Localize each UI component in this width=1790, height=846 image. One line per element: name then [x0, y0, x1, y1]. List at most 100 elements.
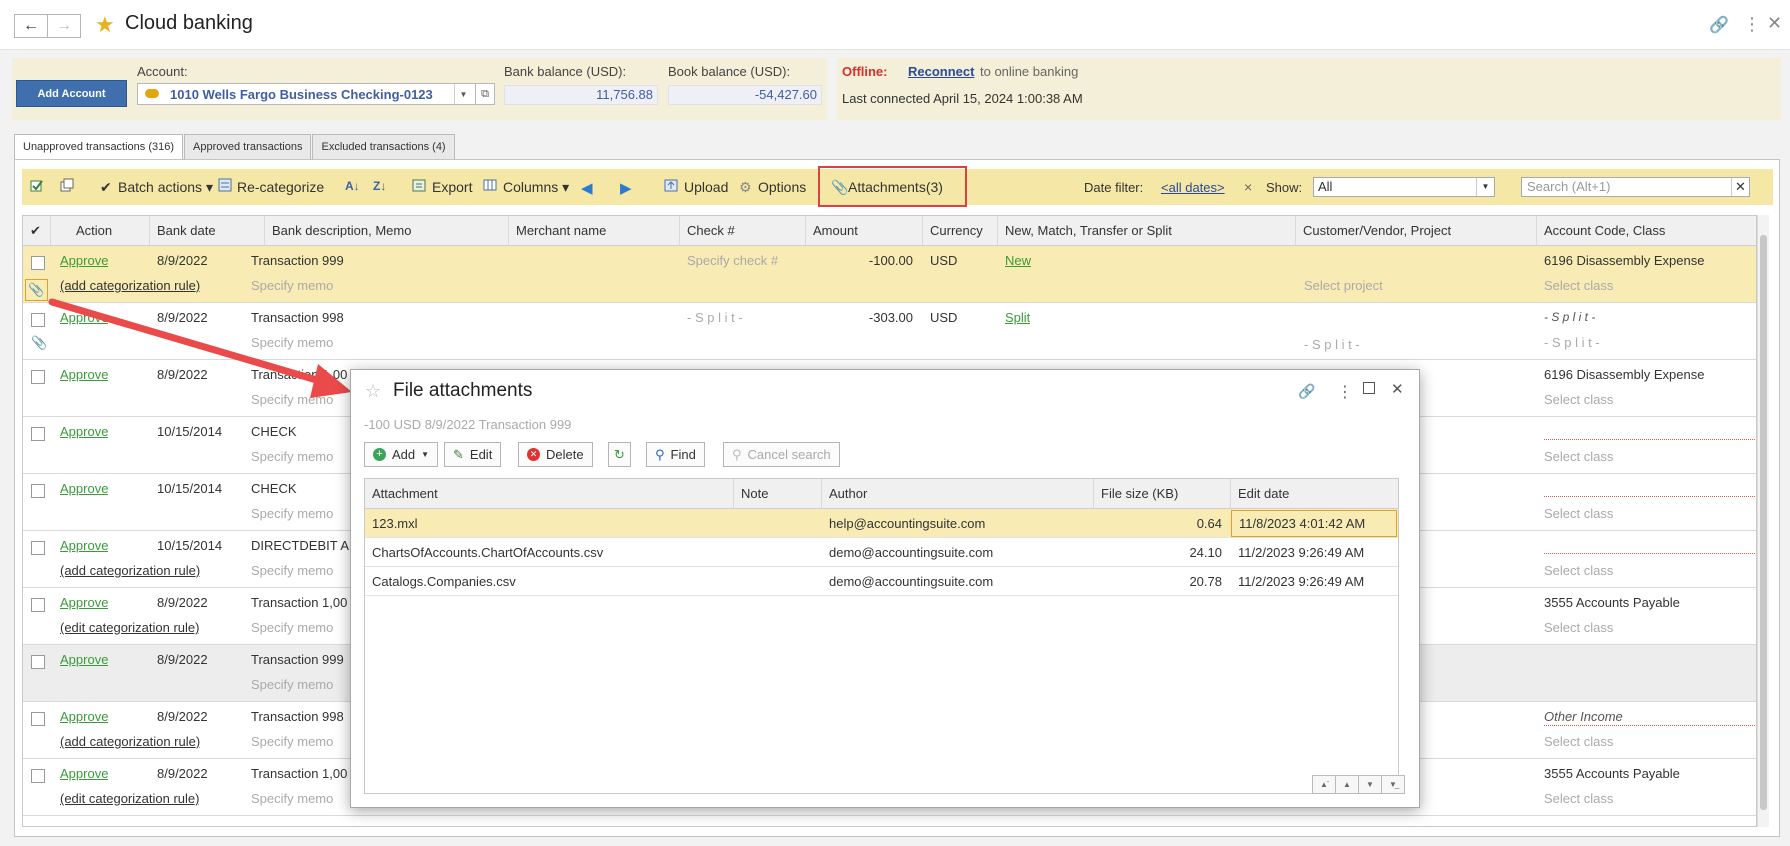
class-select[interactable]: Select class [1544, 506, 1613, 521]
select-all-icon[interactable] [30, 178, 44, 192]
table-row[interactable]: 📎 Approve 8/9/2022 Transaction 998 Speci… [23, 303, 1756, 360]
approve-link[interactable]: Approve [60, 481, 108, 496]
col-attachment[interactable]: Attachment [365, 479, 734, 509]
row-checkbox[interactable] [31, 484, 45, 498]
edit-button[interactable]: ✎ Edit [444, 442, 502, 467]
class-select[interactable]: Select class [1544, 278, 1613, 293]
class-select[interactable]: Select class [1544, 449, 1613, 464]
rule-link[interactable]: (add categorization rule) [60, 734, 200, 749]
account-code[interactable]: 6196 Disassembly Expense [1544, 253, 1704, 268]
class-select[interactable]: Select class [1544, 563, 1613, 578]
next-row-icon[interactable]: ▼ [1358, 775, 1382, 794]
account-code[interactable]: 3555 Accounts Payable [1544, 766, 1680, 781]
add-button[interactable]: + Add ▼ [364, 442, 439, 467]
rule-link[interactable]: (edit categorization rule) [60, 620, 199, 635]
last-row-icon[interactable]: ▼̲ [1381, 775, 1405, 794]
approve-link[interactable]: Approve [60, 595, 108, 610]
class-select[interactable]: Select class [1544, 620, 1613, 635]
options-button[interactable]: Options [758, 179, 806, 195]
prev-row-icon[interactable]: ▲ [1335, 775, 1359, 794]
memo-field[interactable]: Specify memo [251, 278, 333, 293]
table-row[interactable]: Catalogs.Companies.csv demo@accountingsu… [365, 567, 1398, 596]
chevron-down-icon[interactable]: ▼ [454, 84, 472, 104]
memo-field[interactable]: Specify memo [251, 620, 333, 635]
back-button[interactable]: ← [14, 14, 48, 38]
approve-link[interactable]: Approve [60, 424, 108, 439]
arrow-right-icon[interactable]: ▶ [620, 179, 632, 197]
row-checkbox[interactable] [31, 598, 45, 612]
col-file-size[interactable]: File size (KB) [1094, 479, 1231, 509]
open-account-icon[interactable]: ⧉ [475, 83, 495, 105]
show-select[interactable]: All ▼ [1313, 177, 1495, 197]
rule-link[interactable]: (add categorization rule) [60, 563, 200, 578]
col-merchant[interactable]: Merchant name [509, 216, 680, 246]
add-account-button[interactable]: Add Account [16, 80, 127, 107]
sort-ascending-icon[interactable]: A↓ [345, 179, 360, 193]
memo-field[interactable]: Specify memo [251, 449, 333, 464]
rule-link[interactable]: (add categorization rule) [60, 278, 200, 293]
class-select[interactable]: Select class [1544, 791, 1613, 806]
col-action[interactable]: Action [51, 216, 150, 246]
approve-link[interactable]: Approve [60, 253, 108, 268]
memo-field[interactable]: Specify memo [251, 563, 333, 578]
col-match[interactable]: New, Match, Transfer or Split [998, 216, 1296, 246]
tab-excluded[interactable]: Excluded transactions (4) [312, 134, 455, 159]
tab-approved[interactable]: Approved transactions [184, 134, 312, 159]
sort-descending-icon[interactable]: Z↓ [373, 179, 386, 193]
row-checkbox[interactable] [31, 256, 45, 270]
memo-field[interactable]: Specify memo [251, 677, 333, 692]
favorite-star-icon[interactable]: ★ [95, 12, 115, 38]
clear-date-filter-icon[interactable]: × [1244, 179, 1252, 195]
favorite-star-icon[interactable]: ☆ [365, 381, 381, 402]
cancel-search-button[interactable]: ⚲ Cancel search [723, 442, 840, 467]
account-code[interactable]: Other Income [1544, 709, 1623, 724]
arrow-left-icon[interactable]: ◀ [581, 179, 593, 197]
more-menu-icon[interactable]: ⋮ [1743, 14, 1761, 35]
close-icon[interactable]: ✕ [1767, 13, 1782, 34]
approve-link[interactable]: Approve [60, 652, 108, 667]
date-filter-link[interactable]: <all dates> [1161, 180, 1225, 195]
memo-field[interactable]: Specify memo [251, 791, 333, 806]
memo-field[interactable]: Specify memo [251, 734, 333, 749]
table-row[interactable]: ChartsOfAccounts.ChartOfAccounts.csv dem… [365, 538, 1398, 567]
col-note[interactable]: Note [734, 479, 822, 509]
clear-search-icon[interactable]: ✕ [1731, 178, 1749, 196]
memo-field[interactable]: Specify memo [251, 392, 333, 407]
check-field[interactable]: Specify check # [687, 253, 778, 268]
header-check-icon[interactable]: ✔ [23, 216, 51, 246]
col-author[interactable]: Author [822, 479, 1094, 509]
approve-link[interactable]: Approve [60, 709, 108, 724]
scrollbar-thumb[interactable] [1760, 235, 1767, 810]
col-bank-date[interactable]: Bank date [150, 216, 265, 246]
batch-actions-menu[interactable]: Batch actions ▾ [118, 179, 213, 196]
link-icon[interactable]: 🔗 [1709, 15, 1729, 35]
col-customer[interactable]: Customer/Vendor, Project [1296, 216, 1537, 246]
account-code[interactable]: 3555 Accounts Payable [1544, 595, 1680, 610]
col-check[interactable]: Check # [680, 216, 806, 246]
reconnect-link[interactable]: Reconnect [908, 64, 974, 79]
col-currency[interactable]: Currency [923, 216, 998, 246]
table-row[interactable]: 📎 Approve (add categorization rule) 8/9/… [23, 246, 1756, 303]
row-checkbox[interactable] [31, 541, 45, 555]
approve-link[interactable]: Approve [60, 538, 108, 553]
more-menu-icon[interactable]: ⋮ [1337, 382, 1353, 402]
link-icon[interactable]: 🔗 [1298, 383, 1315, 400]
find-button[interactable]: ⚲ Find [646, 442, 705, 467]
col-description[interactable]: Bank description, Memo [265, 216, 509, 246]
col-account[interactable]: Account Code, Class [1537, 216, 1756, 246]
project-select[interactable]: Select project [1304, 278, 1383, 293]
account-select[interactable]: 1010 Wells Fargo Business Checking-0123 … [137, 83, 495, 105]
delete-button[interactable]: ✕ Delete [518, 442, 593, 467]
approve-link[interactable]: Approve [60, 766, 108, 781]
maximize-icon[interactable] [1363, 382, 1375, 394]
match-link[interactable]: Split [1005, 310, 1030, 325]
match-link[interactable]: New [1005, 253, 1031, 268]
recategorize-button[interactable]: Re-categorize [237, 179, 324, 195]
row-checkbox[interactable] [31, 712, 45, 726]
table-row[interactable]: 123.mxl help@accountingsuite.com 0.64 11… [365, 509, 1398, 538]
paperclip-icon[interactable]: 📎 [25, 279, 48, 301]
account-code[interactable]: 6196 Disassembly Expense [1544, 367, 1704, 382]
approve-link[interactable]: Approve [60, 310, 108, 325]
close-icon[interactable]: ✕ [1391, 380, 1404, 398]
forward-button[interactable]: → [47, 14, 81, 38]
